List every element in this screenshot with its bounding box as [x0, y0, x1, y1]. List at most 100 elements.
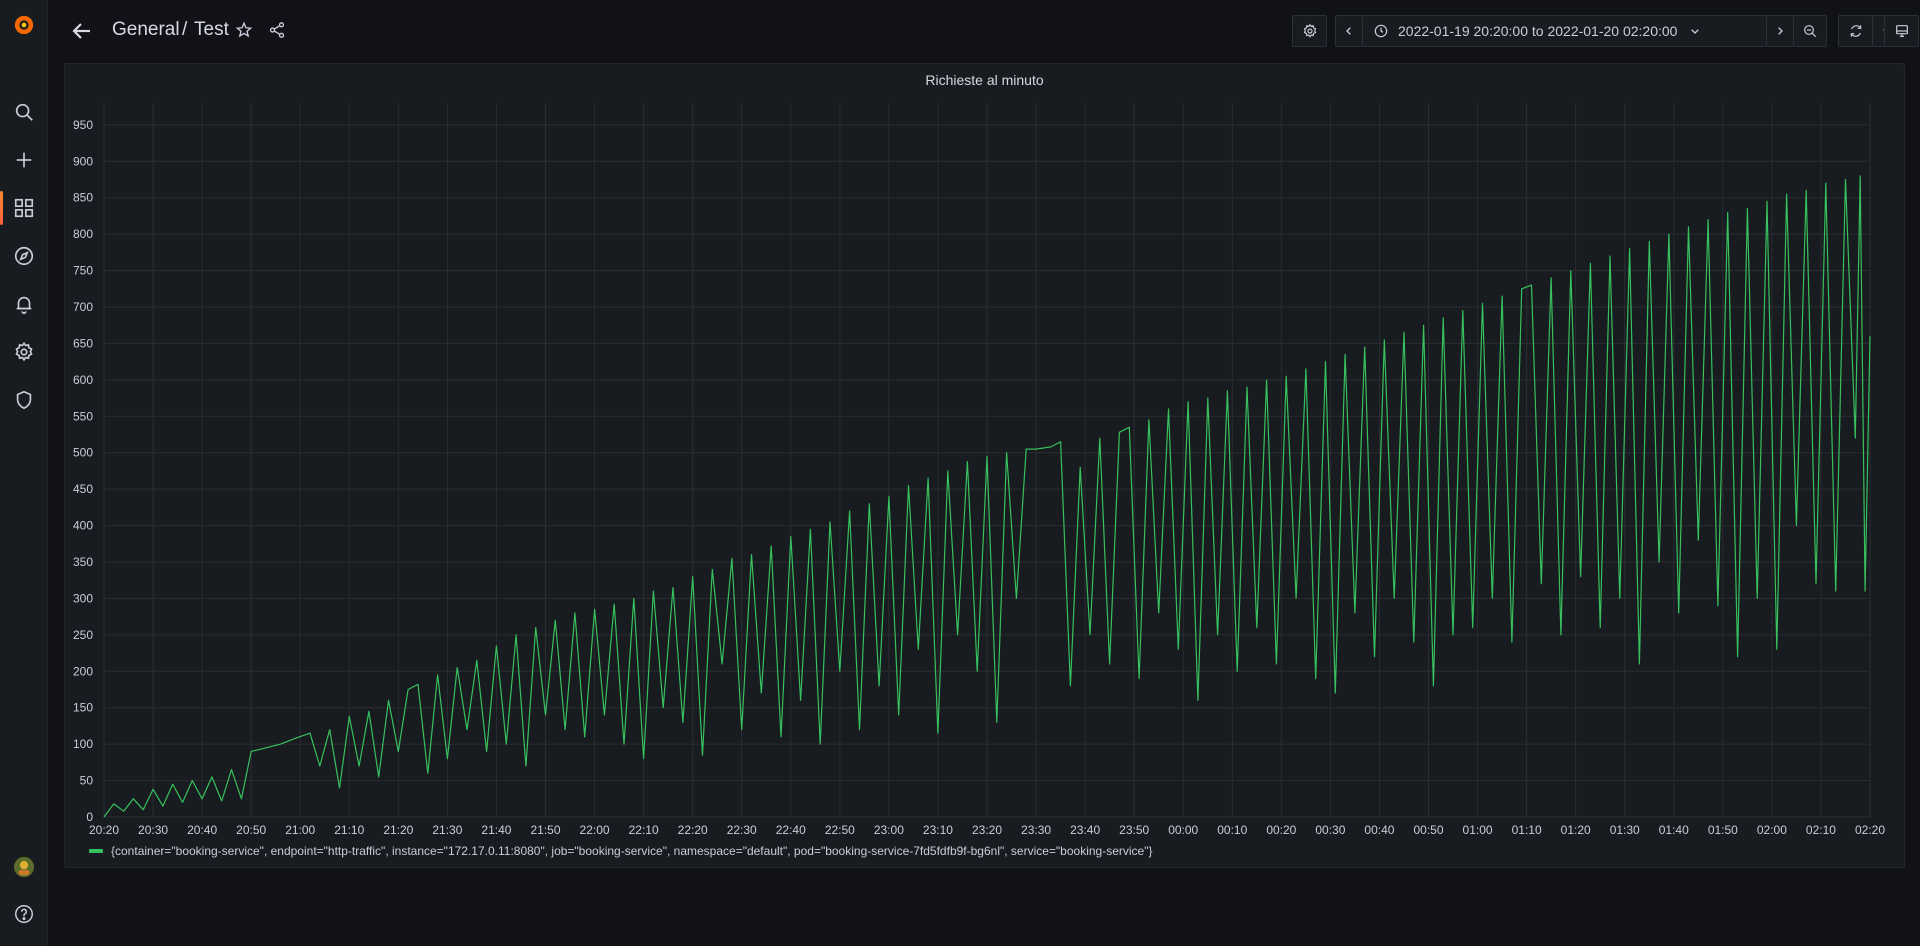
zoom-out-icon — [1804, 25, 1817, 38]
shield-icon[interactable] — [0, 380, 47, 420]
x-tick-label: 01:10 — [1512, 823, 1542, 837]
x-tick-label: 00:00 — [1168, 823, 1198, 837]
graph-panel[interactable]: Richieste al minuto 0 50 100 150 200 250 300 35… — [64, 63, 1905, 868]
y-tick-label: 800 — [73, 227, 93, 241]
share-icon — [269, 22, 285, 38]
x-tick-label: 21:30 — [432, 823, 462, 837]
x-tick-label: 22:10 — [629, 823, 659, 837]
time-range-picker[interactable]: 2022-01-19 20:20:00 to 2022-01-20 02:20:… — [1362, 15, 1767, 47]
legend-series-name: {container="booking-service", endpoint="… — [111, 844, 1153, 858]
x-tick-label: 02:20 — [1855, 823, 1885, 837]
x-tick-label: 21:40 — [481, 823, 511, 837]
x-tick-label: 23:20 — [972, 823, 1002, 837]
plus-icon[interactable] — [0, 140, 47, 180]
x-tick-label: 02:10 — [1806, 823, 1836, 837]
sidebar — [0, 0, 48, 946]
zoom-out-button[interactable] — [1793, 15, 1827, 47]
y-tick-label: 350 — [73, 555, 93, 569]
y-tick-label: 750 — [73, 264, 93, 278]
x-tick-label: 20:50 — [236, 823, 266, 837]
y-tick-label: 50 — [80, 774, 94, 788]
y-tick-label: 300 — [73, 591, 93, 605]
x-tick-label: 22:30 — [727, 823, 757, 837]
star-button[interactable] — [233, 19, 255, 41]
grafana-app: General / Test 2022-01-19 20:20:00 to 20… — [0, 0, 1920, 946]
time-shift-forward-button[interactable] — [1766, 15, 1794, 47]
avatar[interactable] — [0, 847, 47, 887]
y-tick-label: 650 — [73, 336, 93, 350]
x-tick-label: 01:50 — [1708, 823, 1738, 837]
x-tick-label: 22:50 — [825, 823, 855, 837]
top-nav: General / Test 2022-01-19 20:20:00 to 20… — [48, 0, 1920, 62]
y-tick-label: 450 — [73, 482, 93, 496]
star-icon — [235, 21, 253, 38]
view-mode-button[interactable] — [1884, 15, 1919, 47]
x-tick-label: 02:00 — [1757, 823, 1787, 837]
y-tick-label: 700 — [73, 300, 93, 314]
chevron-left-icon — [1346, 27, 1351, 35]
search-icon[interactable] — [0, 92, 47, 132]
refresh-button[interactable] — [1838, 15, 1873, 47]
x-tick-label: 01:20 — [1561, 823, 1591, 837]
x-tick-label: 21:00 — [285, 823, 315, 837]
x-tick-label: 00:10 — [1217, 823, 1247, 837]
y-tick-label: 850 — [73, 191, 93, 205]
avatar-icon — [13, 856, 34, 878]
x-tick-label: 00:20 — [1266, 823, 1296, 837]
x-tick-label: 23:00 — [874, 823, 904, 837]
y-tick-label: 400 — [73, 519, 93, 533]
time-shift-back-button[interactable] — [1335, 15, 1363, 47]
monitor-icon — [1895, 25, 1908, 37]
x-tick-label: 21:20 — [383, 823, 413, 837]
bell-icon[interactable] — [0, 284, 47, 324]
time-series-chart[interactable]: 0 50 100 150 200 250 300 350 400 450 500 550 600 650 7… — [65, 64, 1904, 867]
x-tick-label: 00:40 — [1364, 823, 1394, 837]
y-tick-label: 0 — [86, 810, 93, 824]
y-tick-label: 200 — [73, 664, 93, 678]
x-tick-label: 01:40 — [1659, 823, 1689, 837]
y-tick-label: 250 — [73, 628, 93, 642]
gear-icon[interactable] — [0, 332, 47, 372]
x-tick-label: 21:10 — [334, 823, 364, 837]
x-tick-label: 21:50 — [530, 823, 560, 837]
chevron-right-icon — [1778, 27, 1783, 35]
help-icon[interactable] — [0, 894, 47, 934]
y-tick-label: 950 — [73, 118, 93, 132]
x-tick-label: 23:10 — [923, 823, 953, 837]
x-tick-label: 00:50 — [1413, 823, 1443, 837]
explore-compass-icon[interactable] — [0, 236, 47, 276]
x-tick-label: 20:30 — [138, 823, 168, 837]
y-tick-label: 150 — [73, 701, 93, 715]
y-tick-label: 600 — [73, 373, 93, 387]
grafana-logo-icon — [14, 15, 33, 35]
y-tick-label: 100 — [73, 737, 93, 751]
back-button[interactable] — [68, 17, 96, 45]
legend-item[interactable]: {container="booking-service", endpoint="… — [89, 843, 1153, 859]
breadcrumb-folder[interactable]: General — [112, 19, 180, 41]
x-tick-label: 22:20 — [678, 823, 708, 837]
time-range-label: 2022-01-19 20:20:00 to 2022-01-20 02:20:… — [1398, 23, 1678, 39]
x-tick-label: 01:30 — [1610, 823, 1640, 837]
dashboards-icon[interactable] — [0, 188, 47, 228]
chevron-down-icon — [1691, 29, 1700, 34]
x-tick-label: 20:40 — [187, 823, 217, 837]
y-tick-label: 550 — [73, 409, 93, 423]
grafana-logo-icon[interactable] — [0, 5, 47, 45]
x-tick-label: 23:50 — [1119, 823, 1149, 837]
x-tick-label: 23:30 — [1021, 823, 1051, 837]
x-tick-label: 00:30 — [1315, 823, 1345, 837]
x-tick-label: 20:20 — [89, 823, 119, 837]
share-button[interactable] — [266, 19, 288, 41]
refresh-icon — [1850, 25, 1861, 37]
y-tick-label: 500 — [73, 446, 93, 460]
x-tick-label: 23:40 — [1070, 823, 1100, 837]
breadcrumb-dashboard[interactable]: Test — [194, 19, 229, 41]
arrow-left-icon — [72, 23, 90, 39]
y-tick-label: 900 — [73, 154, 93, 168]
x-tick-label: 22:00 — [580, 823, 610, 837]
clock-icon — [1374, 24, 1388, 38]
gear-icon — [1303, 23, 1316, 38]
dashboard-settings-button[interactable] — [1292, 15, 1327, 47]
legend-color-swatch — [89, 849, 103, 853]
breadcrumb-separator: / — [182, 19, 188, 40]
